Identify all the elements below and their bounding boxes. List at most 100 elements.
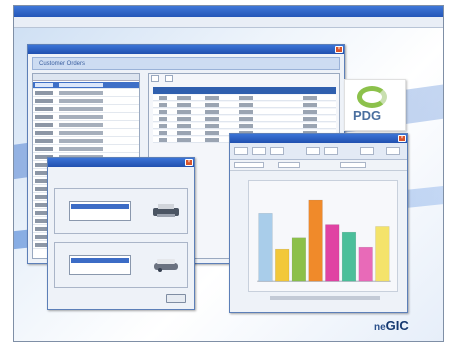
table-cell [239,96,253,100]
chart-bar [275,248,290,282]
table-cell [159,124,167,128]
list-cell [35,99,53,103]
tab-orders-2[interactable] [165,75,173,82]
toolbar-field[interactable] [278,162,300,168]
ribbon-button[interactable] [252,147,266,155]
ribbon-button[interactable] [270,147,284,155]
device-listbox-1[interactable] [69,201,131,221]
logo-prefix: ne [374,322,386,333]
ribbon-button[interactable] [360,147,374,155]
table-cell [159,131,167,135]
chart-window: × [229,133,408,313]
close-icon[interactable]: × [398,135,406,142]
table-row[interactable] [153,109,336,115]
list-cell [35,147,53,151]
list-cell [35,91,53,95]
window-titlebar[interactable]: × [28,45,344,54]
list-item[interactable] [33,106,139,113]
table-cell [303,124,317,128]
list-item[interactable] [33,122,139,129]
table-cell [303,110,317,114]
chart-ribbon [230,143,407,160]
list-item[interactable] [33,114,139,121]
table-row[interactable] [153,123,336,129]
list-item[interactable] [33,138,139,145]
table-cell [205,124,219,128]
chart-bar [291,237,306,282]
chart-toolbar [230,160,407,171]
list-item[interactable] [33,98,139,105]
close-icon[interactable]: × [185,159,193,166]
table-cell [205,138,219,142]
table-cell [239,103,253,107]
table-cell [239,124,253,128]
toolbar-field[interactable] [234,162,264,168]
list-cell [59,107,103,111]
toolbar-field[interactable] [340,162,366,168]
table-cell [177,117,191,121]
list-cell [59,139,103,143]
table-cell [177,124,191,128]
main-titlebar [14,6,443,17]
table-cell [205,131,219,135]
ribbon-button[interactable] [306,147,320,155]
table-row[interactable] [153,95,336,101]
list-cell [59,99,103,103]
table-cell [177,96,191,100]
table-cell [303,103,317,107]
list-item[interactable] [33,82,139,89]
table-row[interactable] [153,102,336,108]
list-item[interactable] [33,146,139,153]
ribbon-button[interactable] [386,147,400,155]
table-cell [205,117,219,121]
tab-orders-1[interactable] [151,75,159,82]
list-cell [59,131,103,135]
list-cell [35,131,53,135]
ok-button[interactable] [166,294,186,303]
ribbon-button[interactable] [324,147,338,155]
list-cell [35,107,53,111]
list-cell [35,123,53,127]
screenshot-stage: × Customer Orders PDG × × neGIC [0,0,462,350]
chart-bar [258,213,273,282]
device-dialog-window: × [47,157,195,310]
table-cell [239,117,253,121]
close-icon[interactable]: × [335,46,343,53]
main-menubar [14,17,443,28]
device-listbox-2[interactable] [69,255,131,275]
list-cell [59,83,103,87]
table-cell [205,96,219,100]
customer-header: Customer Orders [32,57,340,70]
table-cell [177,131,191,135]
chart-bar [358,246,373,282]
table-row[interactable] [153,116,336,122]
table-cell [239,110,253,114]
list-cell [59,115,103,119]
list-cell [35,139,53,143]
table-cell [205,110,219,114]
bar-chart [248,180,398,292]
chart-bar [375,226,390,282]
ribbon-button[interactable] [234,147,248,155]
dialog-titlebar[interactable]: × [48,158,194,167]
table-cell [177,103,191,107]
table-cell [159,96,167,100]
table-cell [159,117,167,121]
chart-bar [308,199,323,282]
list-item[interactable] [33,90,139,97]
table-cell [159,138,167,142]
selected-row [71,204,129,209]
pdg-badge: PDG [344,79,406,131]
chart-titlebar[interactable]: × [230,134,407,143]
customer-header-title: Customer Orders [39,61,86,67]
list-item[interactable] [33,130,139,137]
chart-bar [341,231,357,282]
printer-icon [153,204,179,217]
chart-bar [325,224,340,282]
scanner-icon [154,259,178,272]
device-group-2 [54,242,188,288]
table-cell [159,110,167,114]
badge-text: PDG [353,108,382,123]
orders-grid-header [153,87,336,94]
list-cell [35,115,53,119]
